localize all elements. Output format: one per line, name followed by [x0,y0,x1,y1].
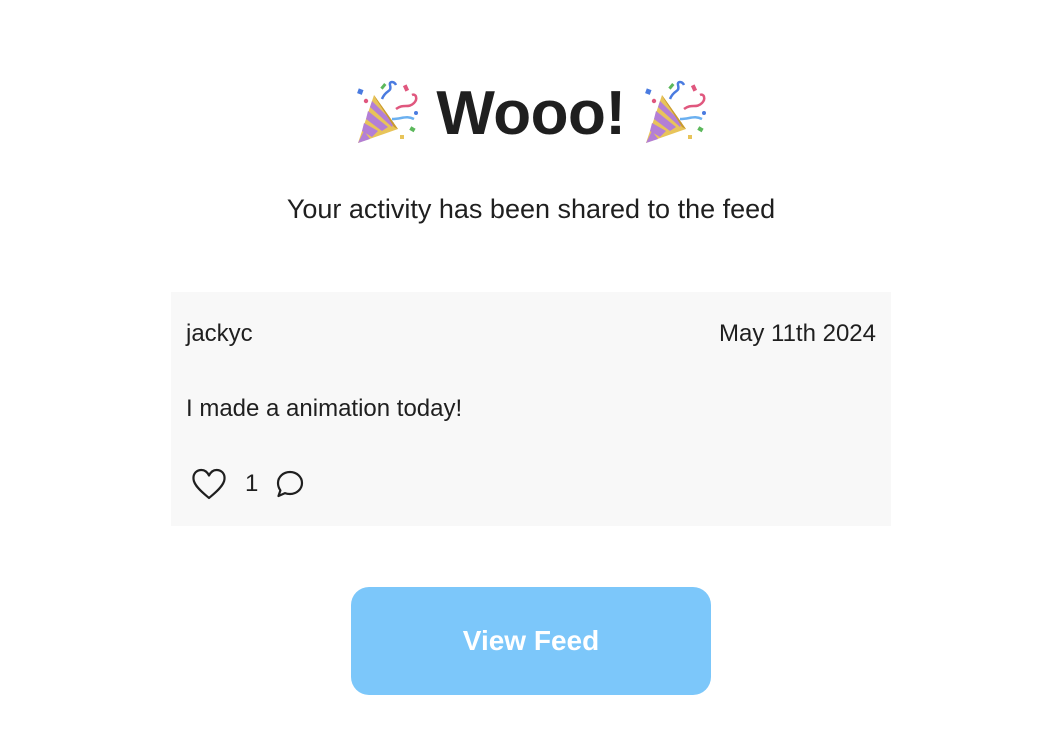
like-count: 1 [245,470,259,497]
post-body: I made a animation today! [186,395,463,422]
post-date: May 11th 2024 [719,320,876,347]
like-button[interactable] [189,464,229,504]
post-username[interactable]: jackyc [186,318,253,350]
subtitle: Your activity has been shared to the fee… [286,194,776,224]
party-popper-icon [644,80,706,143]
view-feed-button[interactable]: View Feed [351,587,711,695]
heart-outline-icon [192,468,226,500]
post-card: jackyc May 11th 2024 I made a animation … [171,292,891,526]
page-title: Wooo! [436,79,626,148]
speech-bubble-icon [277,470,304,498]
heading-row: Wooo! [0,72,1062,156]
post-actions: 1 [189,464,308,504]
comment-button[interactable] [272,464,308,504]
party-popper-icon [357,80,419,143]
